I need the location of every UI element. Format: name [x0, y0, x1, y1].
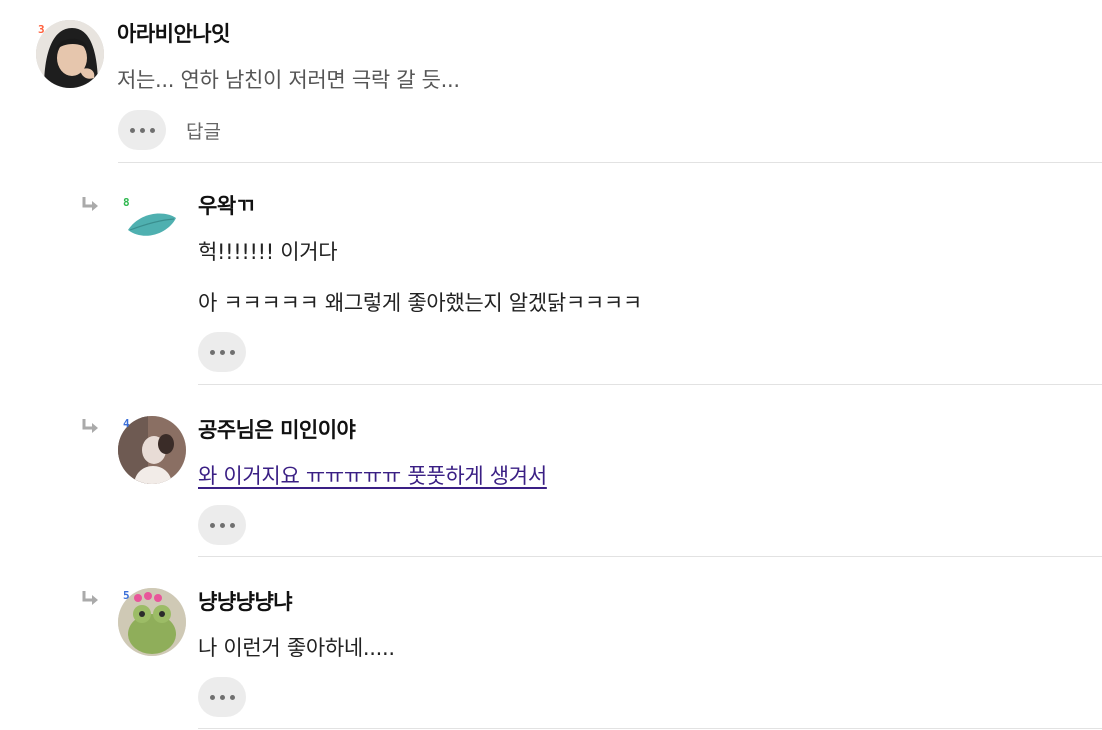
more-dot-icon [219, 349, 225, 355]
comment-link-text[interactable]: 와 이거지요 ㅠㅠㅠㅠㅠ 풋풋하게 생겨서 [198, 460, 547, 490]
comment-text: 헉!!!!!!! 이거다 [198, 240, 338, 264]
comment-text: 아 ㅋㅋㅋㅋㅋ 왜그렇게 좋아했는지 알겠닭ㅋㅋㅋㅋ [198, 291, 642, 315]
divider [198, 728, 1102, 729]
comment-author[interactable]: 공주님은 미인이야 [198, 414, 356, 444]
avatar[interactable] [36, 20, 104, 88]
more-dot-icon [229, 349, 235, 355]
reply-arrow-icon [82, 197, 98, 211]
divider [198, 556, 1102, 557]
more-dot-icon [209, 349, 215, 355]
more-dot-icon [139, 127, 145, 133]
divider [118, 162, 1102, 163]
level-badge: 8 [123, 196, 130, 209]
more-dot-icon [209, 694, 215, 700]
level-badge: 5 [123, 589, 130, 602]
comment-author[interactable]: 우왁ㄲ [198, 190, 255, 220]
more-options-button[interactable] [198, 332, 246, 372]
divider [198, 384, 1102, 385]
reply-arrow-icon [82, 419, 98, 433]
more-options-button[interactable] [198, 505, 246, 545]
more-dot-icon [229, 694, 235, 700]
comment-text: 나 이런거 좋아하네..... [198, 636, 395, 660]
more-dot-icon [219, 694, 225, 700]
reply-button[interactable]: 답글 [186, 117, 221, 144]
level-badge: 3 [38, 23, 45, 36]
comment-thread: 3 아라비안나잇 저는... 연하 남친이 저러면 극락 갈 듯... 답글 8… [0, 0, 1102, 730]
comment-author[interactable]: 아라비안나잇 [117, 18, 230, 48]
avatar-photo-icon [36, 20, 104, 88]
more-dot-icon [129, 127, 135, 133]
more-options-button[interactable] [198, 677, 246, 717]
more-dot-icon [229, 522, 235, 528]
reply-arrow-icon [82, 591, 98, 605]
comment-author[interactable]: 냥냥냥냥냐 [198, 586, 293, 616]
comment-text: 저는... 연하 남친이 저러면 극락 갈 듯... [117, 68, 460, 92]
more-options-button[interactable] [118, 110, 166, 150]
level-badge: 4 [123, 417, 130, 430]
more-dot-icon [209, 522, 215, 528]
more-dot-icon [149, 127, 155, 133]
more-dot-icon [219, 522, 225, 528]
